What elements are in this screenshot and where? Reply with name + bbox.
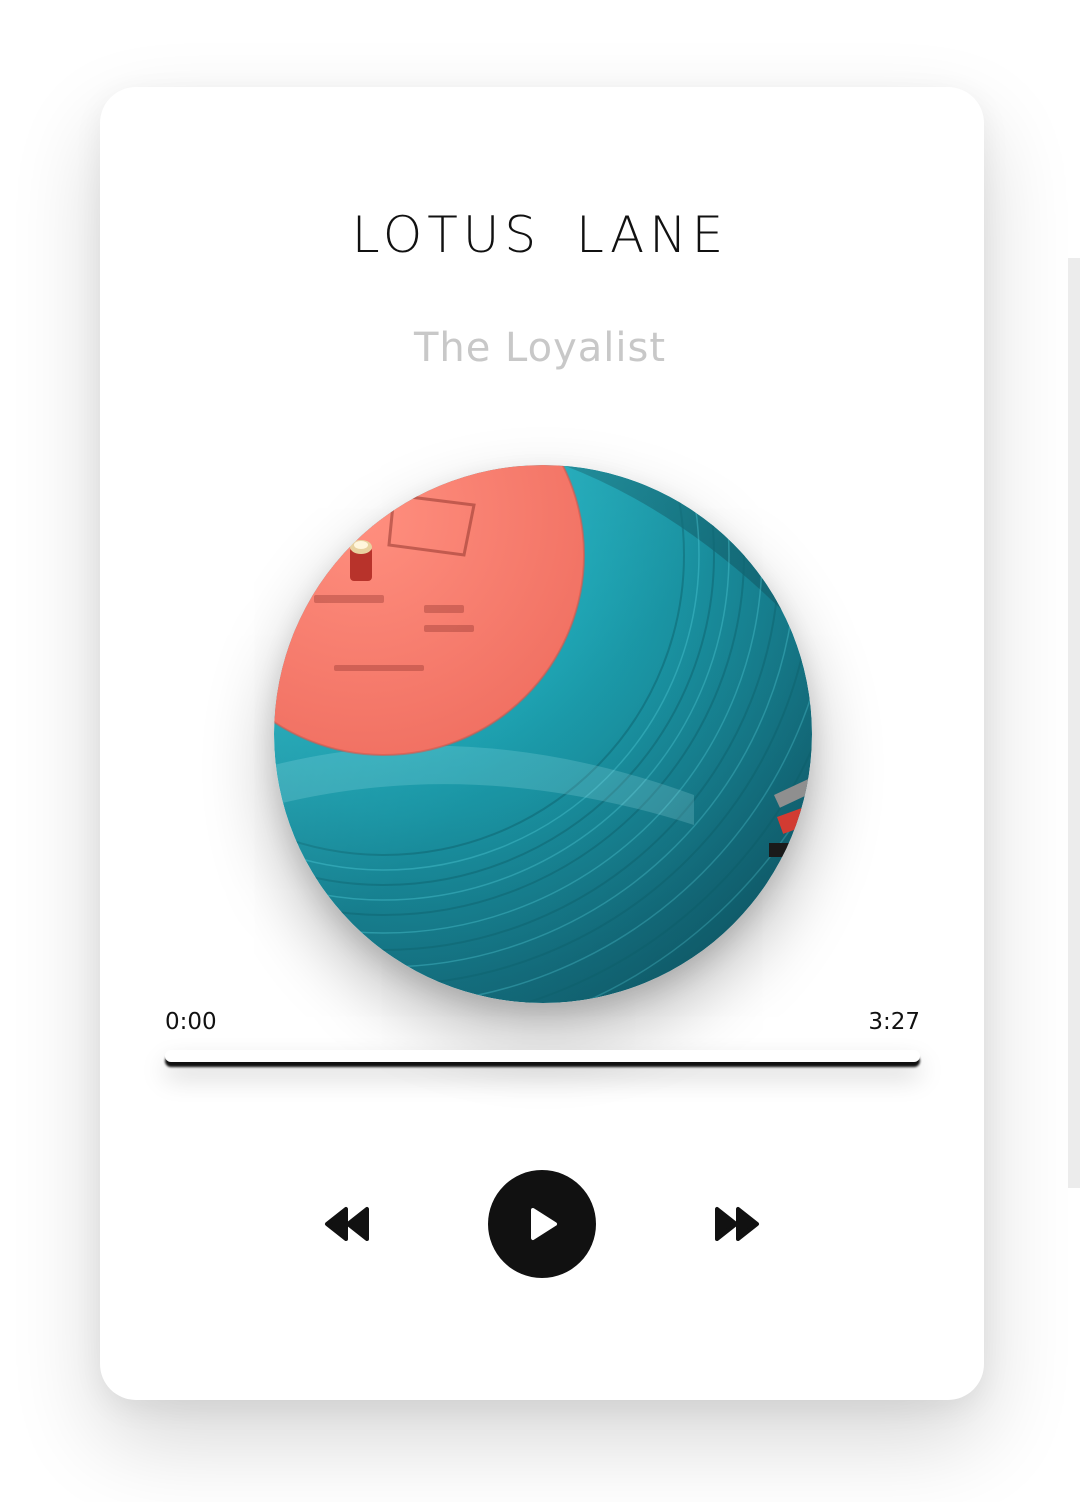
artist-name: The Loyalist [413, 325, 667, 371]
total-duration: 3:27 [868, 1009, 920, 1035]
rewind-button[interactable] [322, 1198, 374, 1250]
rewind-icon [325, 1207, 369, 1241]
page: LOTUS LANE The Loyalist 0:00 3:27 [0, 0, 1080, 1502]
elapsed-time: 0:00 [165, 1009, 217, 1035]
fast-forward-button[interactable] [710, 1198, 762, 1250]
vinyl-record-image [274, 465, 812, 1003]
side-rail [1068, 258, 1080, 1188]
progress-bar[interactable] [165, 1050, 920, 1062]
song-title: LOTUS LANE [351, 206, 729, 264]
play-button[interactable] [488, 1170, 596, 1278]
fast-forward-icon [715, 1207, 759, 1241]
album-art-disc [274, 465, 812, 1003]
play-icon [531, 1208, 557, 1240]
